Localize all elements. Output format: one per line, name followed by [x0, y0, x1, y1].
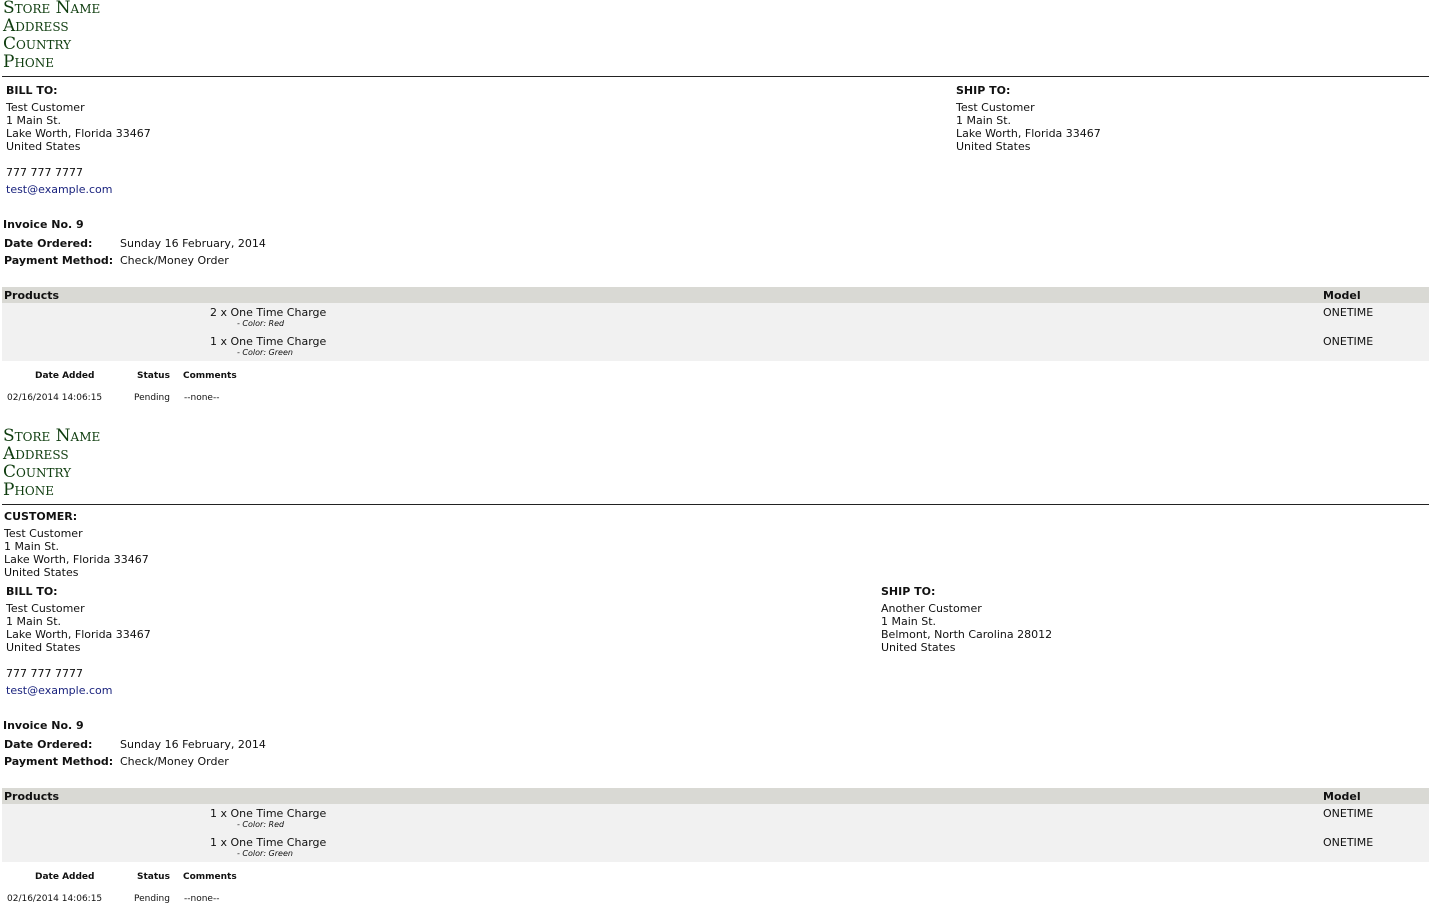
ship-to-name: Test Customer — [956, 101, 1035, 114]
store-country: Country — [3, 462, 72, 482]
bill-to-city: Lake Worth, Florida 33467 — [6, 127, 151, 140]
bill-to-name: Test Customer — [6, 602, 85, 615]
customer-street: 1 Main St. — [4, 540, 60, 553]
bill-to-phone: 777 777 7777 — [6, 667, 83, 680]
bill-to-email[interactable]: test@example.com — [6, 183, 112, 196]
ship-to-label: SHIP TO: — [881, 585, 936, 598]
model-column-header: Model — [1323, 790, 1361, 803]
store-name: Store Name — [3, 426, 101, 446]
product-model: ONETIME — [1323, 836, 1374, 849]
customer-label: CUSTOMER: — [4, 510, 78, 523]
history-status-header: Status — [137, 371, 170, 381]
bill-to-country: United States — [6, 140, 81, 153]
payment-method-label: Payment Method: — [4, 755, 114, 768]
product-attribute: - Color: Green — [237, 849, 293, 858]
history-date-header: Date Added — [35, 371, 95, 381]
product-attribute: - Color: Green — [237, 348, 293, 357]
products-table-header: Products Model — [2, 788, 1429, 804]
invoice-number: Invoice No. 9 — [3, 719, 84, 732]
product-model: ONETIME — [1323, 335, 1374, 348]
bill-to-email[interactable]: test@example.com — [6, 684, 112, 697]
bill-to-city: Lake Worth, Florida 33467 — [6, 628, 151, 641]
history-comments-header: Comments — [183, 371, 237, 381]
customer-country: United States — [4, 566, 79, 579]
customer-name: Test Customer — [4, 527, 83, 540]
model-column-header: Model — [1323, 289, 1361, 302]
store-phone: Phone — [3, 52, 55, 72]
products-table-body: 1 x One Time Charge - Color: Red ONETIME… — [2, 804, 1429, 862]
bill-to-label: BILL TO: — [6, 84, 58, 97]
date-ordered-value: Sunday 16 February, 2014 — [120, 738, 266, 751]
ship-to-country: United States — [881, 641, 956, 654]
bill-to-name: Test Customer — [6, 101, 85, 114]
history-comments: --none-- — [184, 894, 220, 904]
ship-to-city: Belmont, North Carolina 28012 — [881, 628, 1053, 641]
history-status: Pending — [134, 894, 170, 904]
date-ordered-label: Date Ordered: — [4, 738, 93, 751]
store-phone: Phone — [3, 480, 55, 500]
ship-to-street: 1 Main St. — [881, 615, 937, 628]
payment-method-label: Payment Method: — [4, 254, 114, 267]
invoice-number: Invoice No. 9 — [3, 218, 84, 231]
store-address: Address — [3, 444, 69, 464]
product-model: ONETIME — [1323, 807, 1374, 820]
products-column-header: Products — [4, 289, 60, 302]
store-name: Store Name — [3, 0, 101, 18]
date-ordered-label: Date Ordered: — [4, 237, 93, 250]
ship-to-street: 1 Main St. — [956, 114, 1012, 127]
history-date: 02/16/2014 14:06:15 — [7, 393, 103, 403]
store-country: Country — [3, 34, 72, 54]
product-line: 1 x One Time Charge — [210, 836, 327, 849]
product-line: 1 x One Time Charge — [210, 807, 327, 820]
history-comments-header: Comments — [183, 872, 237, 882]
ship-to-country: United States — [956, 140, 1031, 153]
history-date-header: Date Added — [35, 872, 95, 882]
products-column-header: Products — [4, 790, 60, 803]
bill-to-phone: 777 777 7777 — [6, 166, 83, 179]
bill-to-street: 1 Main St. — [6, 615, 62, 628]
ship-to-name: Another Customer — [881, 602, 982, 615]
payment-method-value: Check/Money Order — [120, 254, 229, 267]
product-attribute: - Color: Red — [237, 820, 285, 829]
header-divider — [2, 76, 1429, 77]
products-table-body: 2 x One Time Charge - Color: Red ONETIME… — [2, 303, 1429, 361]
products-table-header: Products Model — [2, 287, 1429, 303]
product-model: ONETIME — [1323, 306, 1374, 319]
bill-to-street: 1 Main St. — [6, 114, 62, 127]
product-line: 2 x One Time Charge — [210, 306, 327, 319]
bill-to-country: United States — [6, 641, 81, 654]
history-comments: --none-- — [184, 393, 220, 403]
history-status: Pending — [134, 393, 170, 403]
product-attribute: - Color: Red — [237, 319, 285, 328]
payment-method-value: Check/Money Order — [120, 755, 229, 768]
bill-to-label: BILL TO: — [6, 585, 58, 598]
store-address: Address — [3, 16, 69, 36]
product-line: 1 x One Time Charge — [210, 335, 327, 348]
date-ordered-value: Sunday 16 February, 2014 — [120, 237, 266, 250]
header-divider — [2, 504, 1429, 505]
history-status-header: Status — [137, 872, 170, 882]
customer-city: Lake Worth, Florida 33467 — [4, 553, 149, 566]
history-date: 02/16/2014 14:06:15 — [7, 894, 103, 904]
ship-to-label: SHIP TO: — [956, 84, 1011, 97]
ship-to-city: Lake Worth, Florida 33467 — [956, 127, 1101, 140]
